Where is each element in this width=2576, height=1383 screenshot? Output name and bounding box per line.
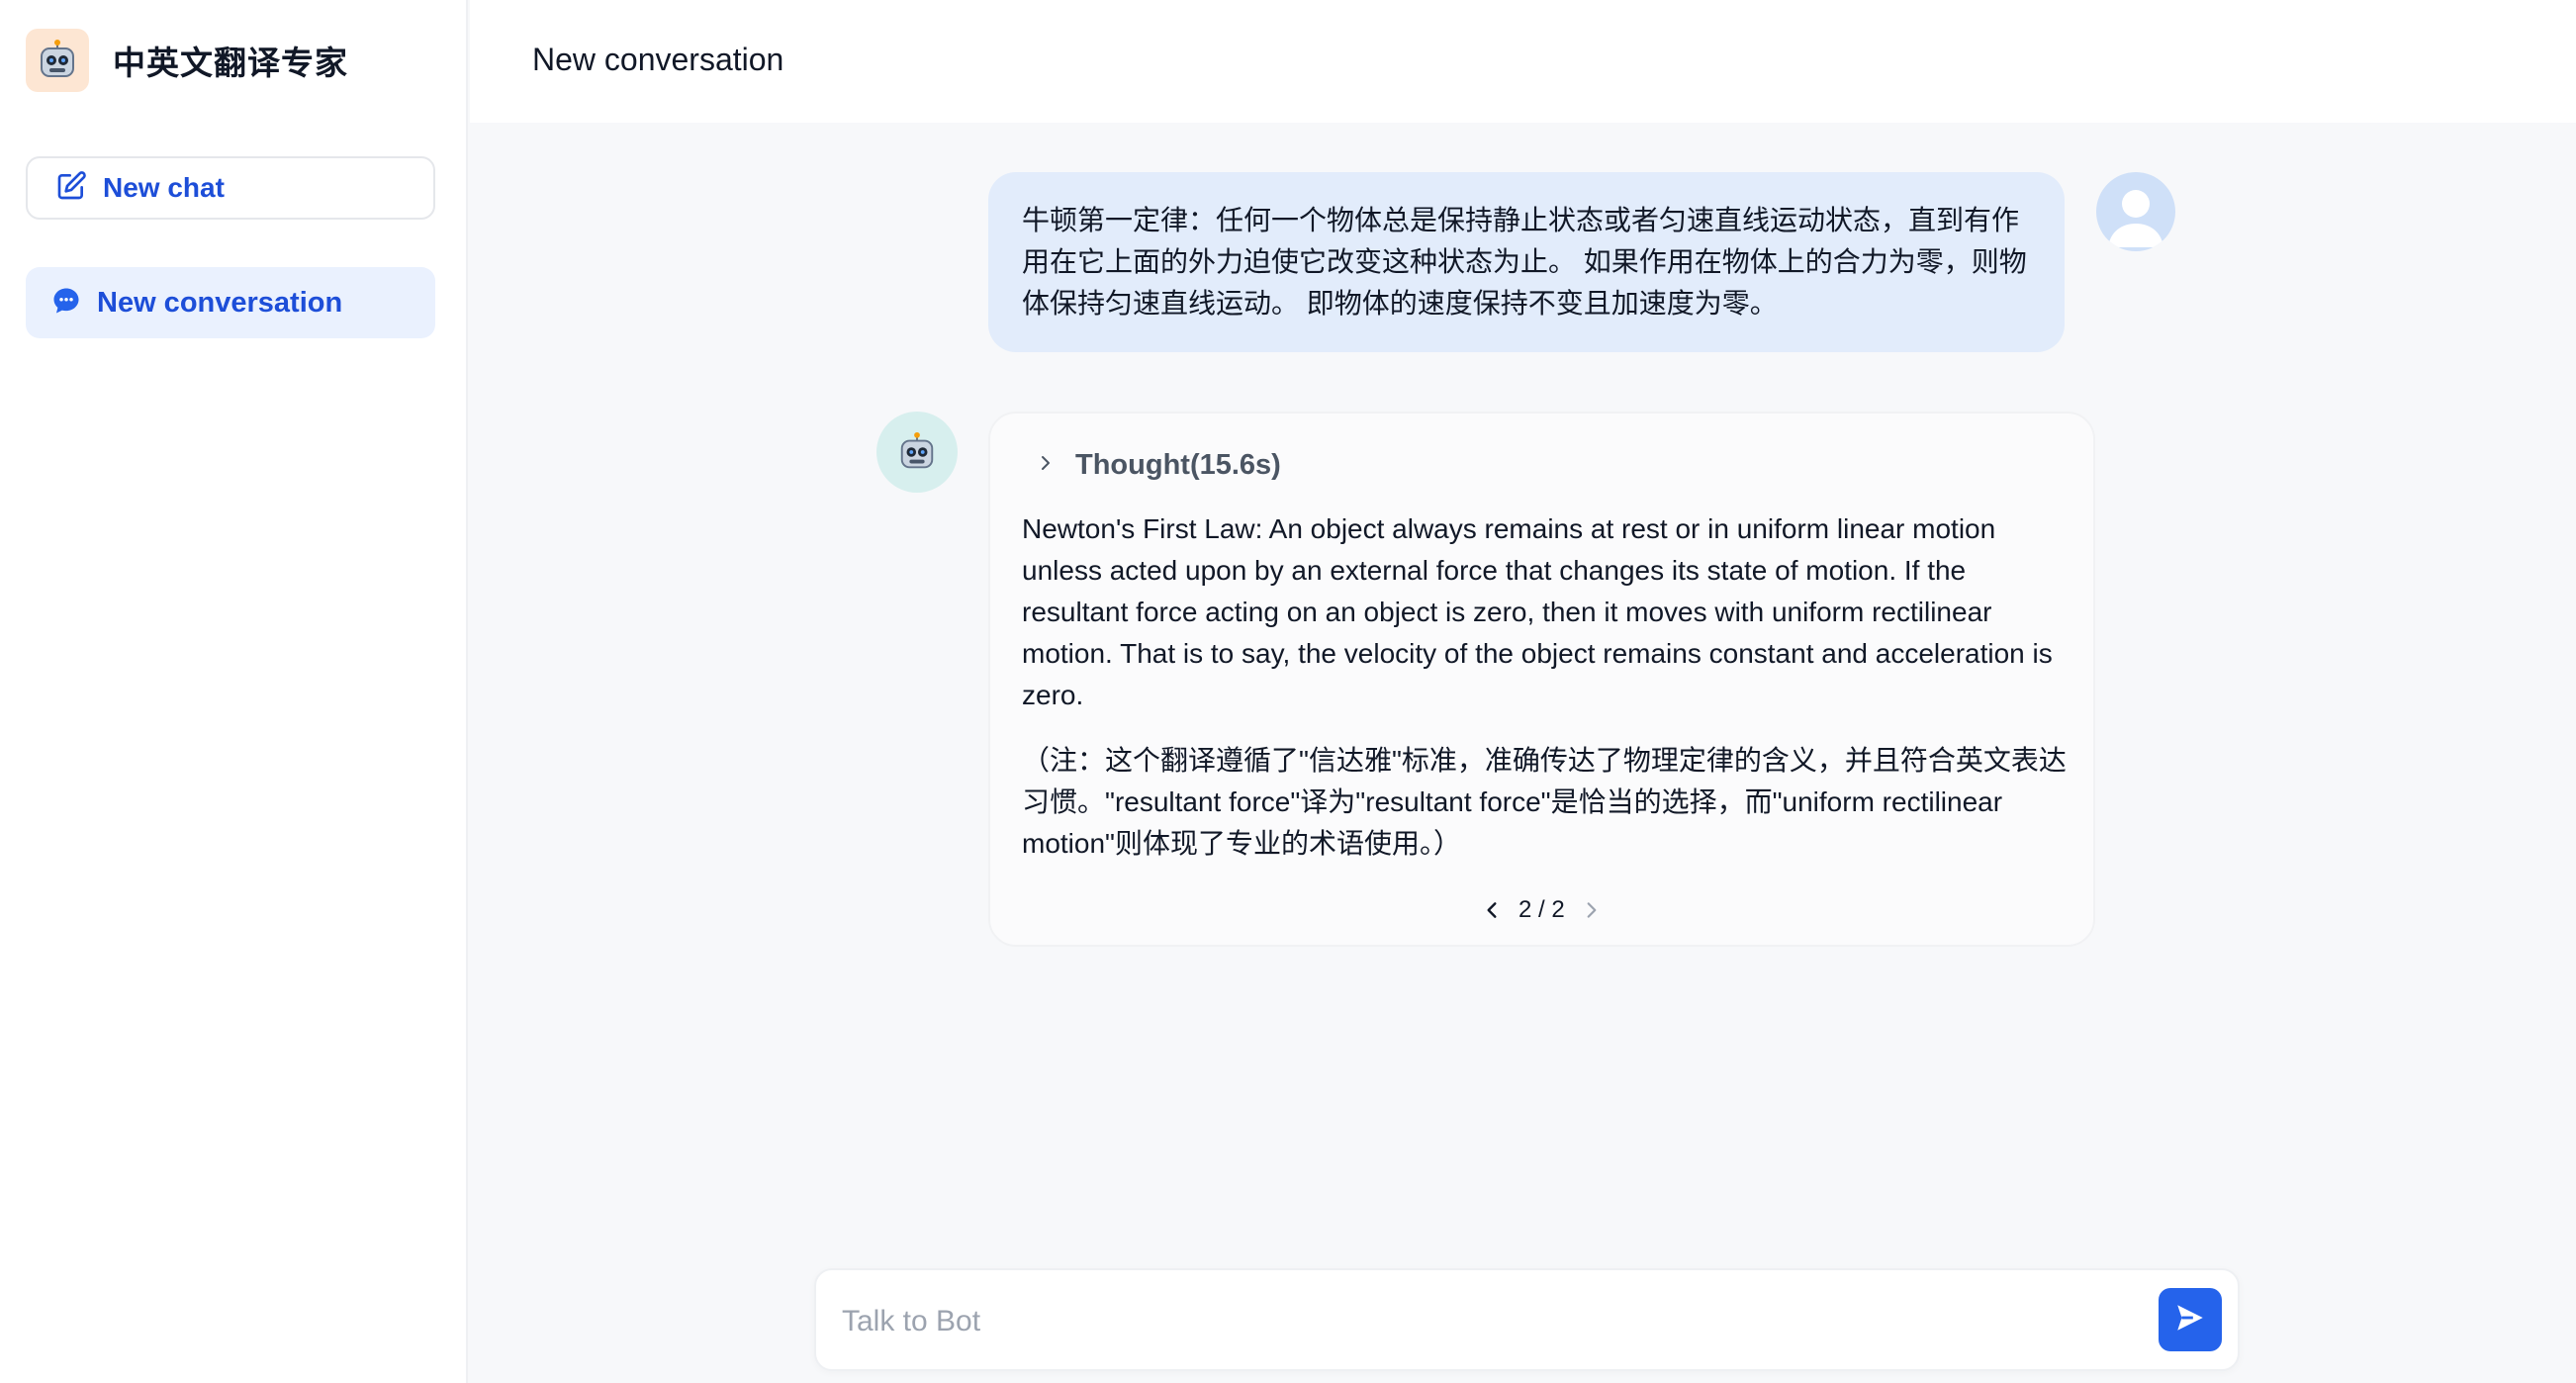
robot-icon <box>26 29 89 92</box>
app-header: 中英文翻译专家 <box>26 29 348 92</box>
bot-answer: Newton's First Law: An object always rem… <box>1022 513 2053 710</box>
chevron-right-icon <box>1036 453 1056 478</box>
chat-header: New conversation <box>470 0 2576 123</box>
user-avatar-icon <box>2096 172 2175 251</box>
thought-toggle[interactable]: Thought(15.6s) <box>1036 449 1281 482</box>
send-button[interactable] <box>2159 1288 2222 1351</box>
pager-count: 2 / 2 <box>1518 896 1565 923</box>
send-icon <box>2173 1301 2207 1339</box>
message-input[interactable] <box>842 1292 2128 1351</box>
thought-label: Thought(15.6s) <box>1075 449 1281 481</box>
response-pager: 2 / 2 <box>1481 896 1603 924</box>
chat-bubble-icon <box>51 286 81 321</box>
bot-message: Thought(15.6s) Newton's First Law: An ob… <box>988 412 2095 947</box>
chevron-left-icon[interactable] <box>1481 899 1503 921</box>
conversation-label: New conversation <box>97 286 343 319</box>
new-chat-label: New chat <box>103 172 225 203</box>
page-title: New conversation <box>532 42 784 77</box>
message-composer <box>814 1268 2240 1371</box>
new-chat-button[interactable]: New chat <box>26 156 435 220</box>
bot-note: （注：这个翻译遵循了"信达雅"标准，准确传达了物理定律的含义，并且符合英文表达习… <box>1022 745 2067 859</box>
sidebar: 中英文翻译专家 New chat New conversation <box>0 0 468 1383</box>
edit-icon <box>55 170 87 207</box>
sidebar-item-conversation[interactable]: New conversation <box>26 267 435 338</box>
app-title: 中英文翻译专家 <box>113 45 348 81</box>
chevron-right-icon[interactable] <box>1581 899 1603 921</box>
bot-avatar-icon <box>876 412 958 493</box>
user-message: 牛顿第一定律：任何一个物体总是保持静止状态或者匀速直线运动状态，直到有作用在它上… <box>988 172 2065 352</box>
